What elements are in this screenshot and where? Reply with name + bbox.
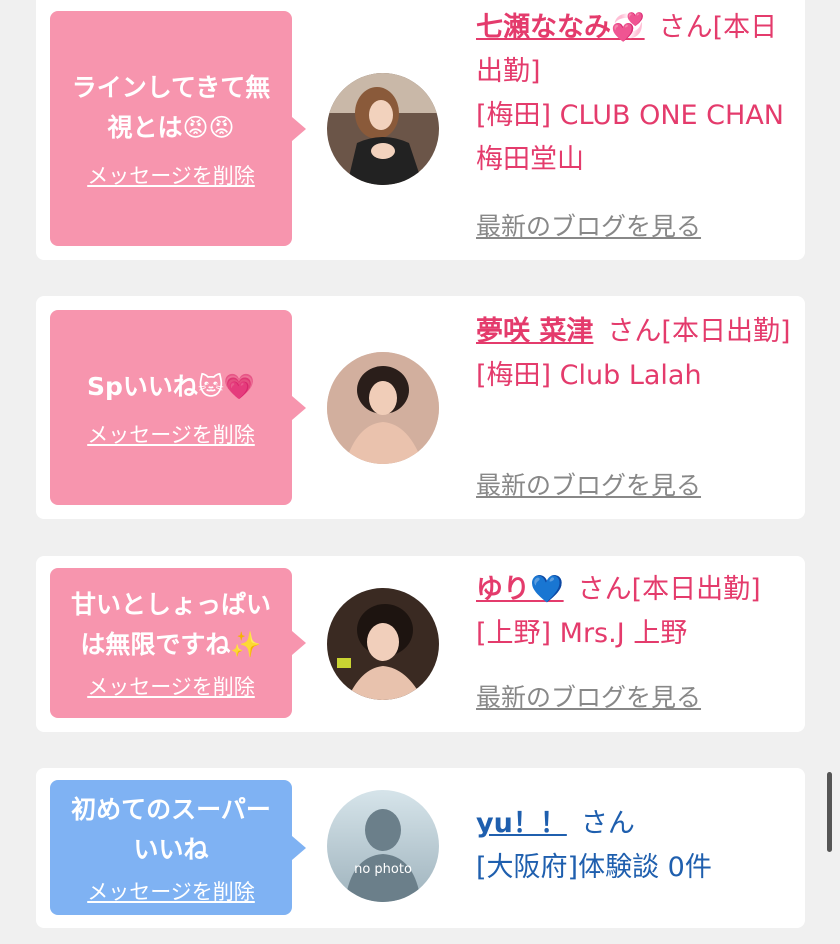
avatar[interactable]	[327, 588, 439, 700]
avatar-no-photo[interactable]: no photo	[327, 790, 439, 902]
message-bubble: ラインしてきて無視とは😡😡 メッセージを削除	[50, 11, 306, 246]
view-blog-link[interactable]: 最新のブログを見る	[476, 678, 701, 714]
message-text: 初めてのスーパーいいね	[71, 794, 271, 864]
delete-message-link[interactable]: メッセージを削除	[87, 671, 255, 701]
message-card: ラインしてきて無視とは😡😡 メッセージを削除 七瀬ななみ💞 さん[本日出勤] [梅…	[36, 0, 805, 260]
delete-message-link[interactable]: メッセージを削除	[87, 160, 255, 190]
delete-message-link[interactable]: メッセージを削除	[87, 419, 255, 449]
view-blog-link[interactable]: 最新のブログを見る	[476, 466, 701, 502]
avatar[interactable]	[327, 352, 439, 464]
message-card: Spいいね🐱💗 メッセージを削除 夢咲 菜津 さん[本日出勤] [梅田] Club…	[36, 296, 805, 519]
user-info: yu！！ さん [大阪府]体験談 0件	[476, 802, 796, 890]
message-text: ラインしてきて無視とは😡😡	[71, 72, 271, 142]
message-card: 初めてのスーパーいいね メッセージを削除 no photo yu！！ さん [大阪…	[36, 768, 805, 928]
message-bubble: 甘いとしょっぱいは無限ですね✨ メッセージを削除	[50, 568, 306, 718]
girl-info: ゆり💙 さん[本日出勤] [上野] Mrs.J 上野	[476, 568, 816, 656]
girl-info: 七瀬ななみ💞 さん[本日出勤] [梅田] CLUB ONE CHAN 梅田堂山	[476, 6, 796, 182]
shop-location: [梅田] CLUB ONE CHAN 梅田堂山	[476, 100, 784, 175]
girl-name-link[interactable]: 夢咲 菜津	[476, 316, 593, 347]
honorific-status: さん[本日出勤]	[607, 316, 791, 347]
girl-info: 夢咲 菜津 さん[本日出勤] [梅田] Club Lalah	[476, 310, 796, 398]
delete-message-link[interactable]: メッセージを削除	[87, 876, 255, 906]
message-bubble: Spいいね🐱💗 メッセージを削除	[50, 310, 306, 505]
girl-name-link[interactable]: 七瀬ななみ💞	[476, 12, 645, 43]
avatar[interactable]	[327, 73, 439, 185]
message-bubble: 初めてのスーパーいいね メッセージを削除	[50, 780, 306, 915]
message-card: 甘いとしょっぱいは無限ですね✨ メッセージを削除 ゆり💙 さん[本日出勤] [上野…	[36, 556, 805, 732]
shop-location: [上野] Mrs.J 上野	[476, 618, 688, 649]
honorific-status: さん[本日出勤]	[577, 574, 761, 605]
no-photo-label: no photo	[354, 862, 412, 877]
shop-location: [梅田] Club Lalah	[476, 360, 702, 391]
message-text: Spいいね🐱💗	[86, 371, 256, 401]
scrollbar[interactable]	[827, 772, 832, 852]
girl-name-link[interactable]: ゆり💙	[476, 574, 564, 605]
review-count: [大阪府]体験談 0件	[476, 852, 712, 883]
user-name-link[interactable]: yu！！	[476, 808, 567, 839]
message-text: 甘いとしょっぱいは無限ですね✨	[70, 590, 271, 659]
honorific: さん	[580, 808, 635, 839]
view-blog-link[interactable]: 最新のブログを見る	[476, 207, 701, 243]
